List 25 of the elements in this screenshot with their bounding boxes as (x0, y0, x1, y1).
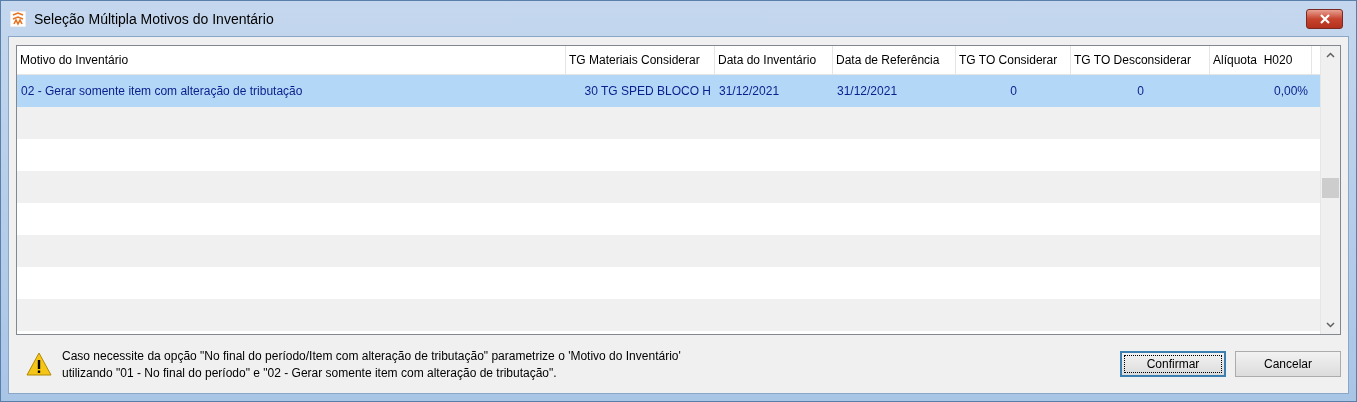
scrollbar-thumb[interactable] (1322, 178, 1339, 198)
table-row[interactable]: 02 - Gerar somente item com alteração de tributação 30 TG SPED BLOCO H 31/12/2021 31/12/2021 0 0 0,00% (17, 75, 1320, 107)
window-title: Seleção Múltipla Motivos do Inventário (34, 10, 275, 27)
column-header[interactable]: TG TO Desconsiderar (1071, 46, 1210, 74)
warning-icon (26, 352, 52, 376)
column-header[interactable]: Alíquota H020 (1210, 46, 1312, 74)
table-cell-text: 31/12/2021 (836, 83, 899, 100)
table-cell-text: 30 TG SPED BLOCO H (583, 83, 712, 100)
table-cell-text: 31/12/2021 (718, 83, 781, 100)
warning-message: utilizando "01 - No final do período" e "02 - Gerar somente item com alteração de tributação". (62, 365, 558, 380)
app-icon (10, 10, 26, 27)
column-header[interactable]: Data de Referência (833, 46, 956, 74)
column-header[interactable]: Data do Inventário (715, 46, 833, 74)
close-button[interactable] (1306, 8, 1343, 29)
column-header[interactable]: Motivo do Inventário (17, 46, 566, 74)
table-cell-text: 0 (1009, 83, 1018, 100)
column-header[interactable]: TG Materiais Considerar (566, 46, 715, 74)
column-header[interactable]: TG TO Considerar (956, 46, 1071, 74)
table-cell-text: 0 (1136, 83, 1145, 100)
confirm-button[interactable]: Confirmar (1120, 351, 1226, 377)
table-cell-text: 0,00% (1272, 83, 1309, 100)
cancel-button[interactable]: Cancelar (1235, 351, 1341, 377)
table-cell-text: 02 - Gerar somente item com alteração de tributação (20, 83, 304, 100)
warning-message: Caso necessite da opção "No final do período/Item com alteração de tributação" parametrize o 'Motivo do Inventário' (62, 348, 682, 363)
close-icon (1318, 13, 1331, 24)
